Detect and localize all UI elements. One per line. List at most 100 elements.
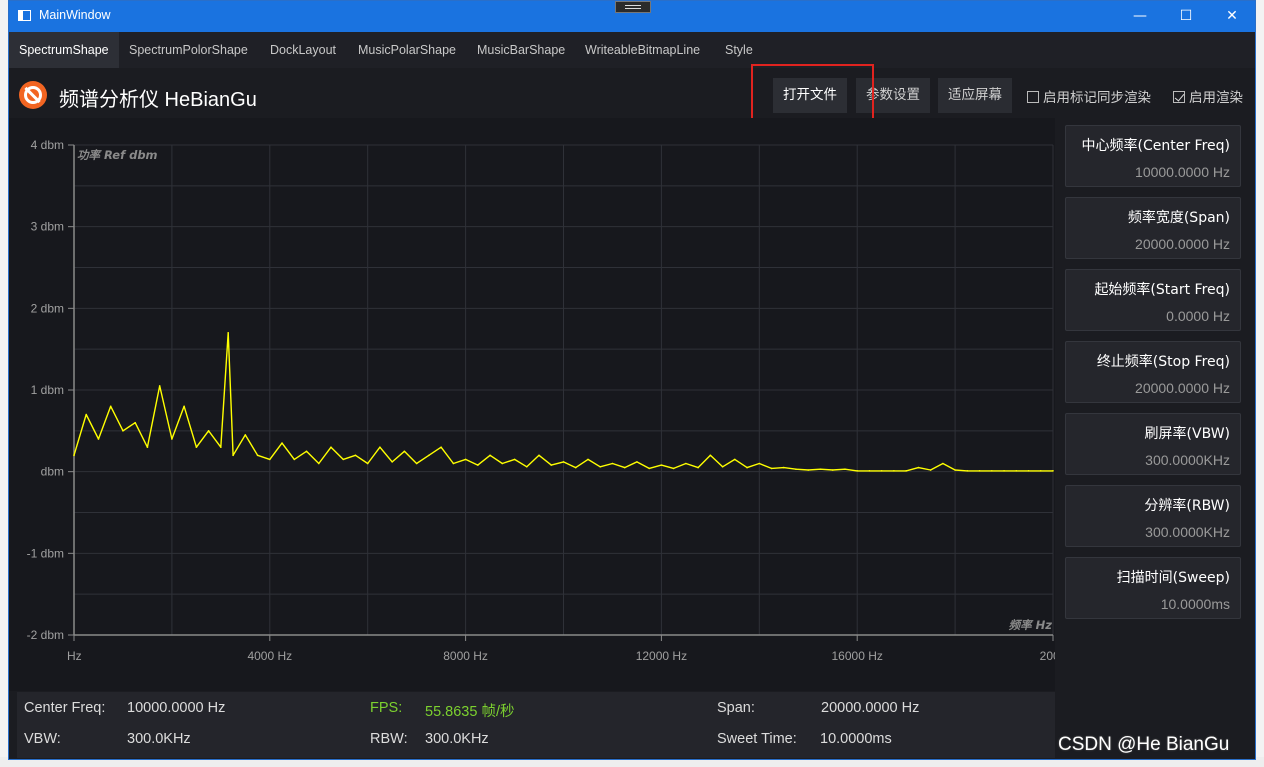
sync-render-label: 启用标记同步渲染 bbox=[1043, 90, 1151, 106]
spectrum-data-point bbox=[709, 454, 712, 457]
maximize-button[interactable]: ☐ bbox=[1163, 1, 1209, 32]
status-center-value: 10000.0000 Hz bbox=[127, 700, 226, 716]
spectrum-data-point bbox=[134, 421, 136, 424]
param-value: 20000.0000 Hz bbox=[1135, 380, 1230, 396]
spectrum-data-point bbox=[305, 450, 308, 453]
tab-dock-layout[interactable]: DockLayout bbox=[260, 32, 346, 68]
y-tick-label: dbm bbox=[41, 465, 64, 479]
status-center-label: Center Freq: bbox=[24, 700, 106, 716]
param-stop-freq[interactable]: 终止频率(Stop Freq) 20000.0000 Hz bbox=[1065, 341, 1241, 403]
spectrum-data-point bbox=[856, 470, 858, 472]
x-axis-title: 频率 Hz bbox=[1009, 618, 1053, 632]
param-center-freq[interactable]: 中心频率(Center Freq) 10000.0000 Hz bbox=[1065, 125, 1241, 187]
param-label: 频率宽度(Span) bbox=[1127, 210, 1230, 226]
spectrum-data-point bbox=[782, 466, 785, 469]
spectrum-data-point bbox=[991, 470, 993, 472]
spectrum-data-point bbox=[929, 469, 932, 471]
enable-render-checkbox[interactable]: 启用渲染 bbox=[1173, 86, 1243, 106]
y-tick-label: 3 dbm bbox=[31, 220, 64, 234]
y-tick-label: 1 dbm bbox=[31, 383, 64, 397]
spectrum-data-point bbox=[893, 470, 895, 472]
spectrum-data-point bbox=[966, 470, 969, 472]
param-label: 起始频率(Start Freq) bbox=[1094, 282, 1230, 298]
spectrum-data-point bbox=[746, 466, 748, 469]
spectrum-data-point bbox=[1027, 470, 1030, 472]
app-title: 频谱分析仪 HeBianGu bbox=[59, 89, 257, 111]
toolbar-header: 频谱分析仪 HeBianGu 打开文件 参数设置 适应屏幕 启用标记同步渲染 启… bbox=[9, 64, 1255, 126]
spectrum-data-point bbox=[550, 464, 553, 466]
spectrum-data-point bbox=[660, 464, 663, 466]
fit-screen-button[interactable]: 适应屏幕 bbox=[938, 78, 1012, 113]
tab-writeable-bitmap-line[interactable]: WriteableBitmapLine bbox=[575, 32, 710, 68]
spectrum-data-point bbox=[269, 458, 271, 461]
sync-render-checkbox[interactable]: 启用标记同步渲染 bbox=[1027, 86, 1151, 106]
param-value: 10000.0000 Hz bbox=[1135, 164, 1230, 180]
spectrum-data-point bbox=[146, 446, 149, 448]
tab-style[interactable]: Style bbox=[715, 32, 763, 68]
param-value: 300.0000KHz bbox=[1145, 524, 1230, 540]
status-rbw-value: 300.0KHz bbox=[425, 731, 489, 747]
drag-grip-icon[interactable] bbox=[615, 1, 651, 13]
param-start-freq[interactable]: 起始频率(Start Freq) 0.0000 Hz bbox=[1065, 269, 1241, 331]
param-label: 中心频率(Center Freq) bbox=[1081, 138, 1230, 154]
status-rbw-label: RBW: bbox=[370, 731, 408, 747]
status-sweep-value: 10.0000ms bbox=[820, 731, 892, 747]
param-span[interactable]: 频率宽度(Span) 20000.0000 Hz bbox=[1065, 197, 1241, 259]
title-bar[interactable]: MainWindow — ☐ ✕ bbox=[9, 1, 1255, 32]
spectrum-data-point bbox=[281, 442, 283, 444]
spectrum-data-point bbox=[366, 462, 369, 465]
y-tick-label: -1 dbm bbox=[27, 546, 64, 560]
tab-music-polar-shape[interactable]: MusicPolarShape bbox=[348, 32, 466, 68]
close-button[interactable]: ✕ bbox=[1209, 1, 1255, 32]
checkbox-icon bbox=[1027, 91, 1039, 103]
y-tick-label: 2 dbm bbox=[31, 301, 64, 315]
x-tick-label: 2000 bbox=[1040, 649, 1055, 663]
spectrum-chart[interactable]: 4 dbm 3 dbm 2 dbm 1 dbm dbm -1 dbm -2 dbmHz 400… bbox=[9, 118, 1055, 691]
spectrum-data-point bbox=[672, 467, 675, 470]
spectrum-data-point bbox=[73, 454, 75, 457]
x-tick-label: 4000 Hz bbox=[247, 649, 292, 663]
spectrum-data-point bbox=[562, 461, 565, 463]
open-file-button[interactable]: 打开文件 bbox=[773, 78, 847, 113]
spectrum-data-point bbox=[293, 458, 296, 461]
spectrum-data-point bbox=[391, 461, 393, 463]
spectrum-data-point bbox=[220, 446, 222, 448]
x-tick-label: Hz bbox=[67, 649, 82, 663]
watermark: CSDN @He BianGu bbox=[1058, 734, 1230, 755]
spectrum-data-point bbox=[477, 464, 479, 466]
param-rbw[interactable]: 分辨率(RBW) 300.0000KHz bbox=[1065, 485, 1241, 547]
param-vbw[interactable]: 刷屏率(VBW) 300.0000KHz bbox=[1065, 413, 1241, 475]
spectrum-data-point bbox=[721, 465, 724, 468]
spectrum-data-point bbox=[525, 465, 528, 468]
spectrum-data-point bbox=[452, 462, 455, 465]
spectrum-data-point bbox=[207, 430, 210, 432]
param-sweep[interactable]: 扫描时间(Sweep) 10.0000ms bbox=[1065, 557, 1241, 619]
tab-spectrum-shape[interactable]: SpectrumShape bbox=[9, 32, 119, 68]
tab-music-bar-shape[interactable]: MusicBarShape bbox=[467, 32, 575, 68]
checkbox-checked-icon bbox=[1173, 91, 1185, 103]
spectrum-data-point bbox=[403, 450, 406, 453]
spectrum-data-point bbox=[807, 469, 810, 471]
spectrum-data-point bbox=[195, 446, 198, 448]
spectrum-data-point bbox=[342, 458, 345, 461]
spectrum-data-point bbox=[244, 434, 247, 436]
app-logo-icon bbox=[19, 81, 47, 109]
spectrum-data-point bbox=[623, 466, 626, 469]
minimize-button[interactable]: — bbox=[1117, 1, 1163, 32]
spectrum-data-point bbox=[122, 430, 124, 432]
spectrum-data-point bbox=[538, 454, 540, 457]
main-window: MainWindow — ☐ ✕ SpectrumShape SpectrumP… bbox=[8, 0, 1256, 760]
spectrum-data-point bbox=[795, 468, 797, 471]
param-settings-button[interactable]: 参数设置 bbox=[856, 78, 930, 113]
spectrum-plot-area[interactable]: 4 dbm 3 dbm 2 dbm 1 dbm dbm -1 dbm -2 dbm Hz 400… bbox=[9, 118, 1055, 691]
y-tick-label: 4 dbm bbox=[31, 138, 64, 152]
param-value: 300.0000KHz bbox=[1145, 452, 1230, 468]
spectrum-data-point bbox=[917, 466, 920, 469]
window-title: MainWindow bbox=[39, 8, 111, 22]
spectrum-data-point bbox=[330, 446, 332, 448]
spectrum-data-point bbox=[574, 466, 577, 469]
tab-spectrum-polor-shape[interactable]: SpectrumPolorShape bbox=[119, 32, 258, 68]
spectrum-data-point bbox=[954, 469, 956, 471]
tab-bar: SpectrumShape SpectrumPolorShape DockLay… bbox=[9, 32, 1255, 68]
spectrum-data-point bbox=[171, 438, 173, 440]
